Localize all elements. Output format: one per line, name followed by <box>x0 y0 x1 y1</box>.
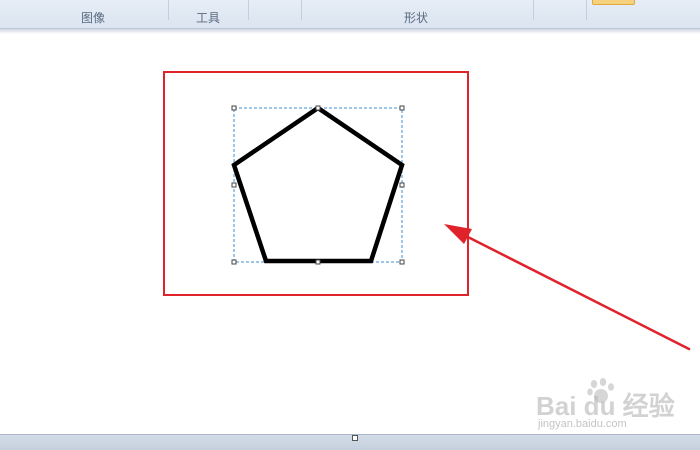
paint-window: 图像 工具 形状 Bai du 经验 jingyan.baidu.com <box>0 0 700 450</box>
pentagon-shape[interactable] <box>231 105 405 264</box>
resize-handle-top-left[interactable] <box>231 105 237 111</box>
resize-handle-top[interactable] <box>315 105 321 111</box>
resize-handle-top-right[interactable] <box>399 105 405 111</box>
resize-handle-bottom[interactable] <box>315 259 321 265</box>
baidu-jingyan-watermark: Bai du 经验 jingyan.baidu.com <box>536 378 696 432</box>
annotation-arrow-icon <box>444 224 691 351</box>
resize-handle-bottom-left[interactable] <box>231 259 237 265</box>
resize-handle-left[interactable] <box>231 182 237 188</box>
watermark-url: jingyan.baidu.com <box>538 418 627 430</box>
resize-handle-right[interactable] <box>399 182 405 188</box>
resize-handle-bottom-right[interactable] <box>399 259 405 265</box>
